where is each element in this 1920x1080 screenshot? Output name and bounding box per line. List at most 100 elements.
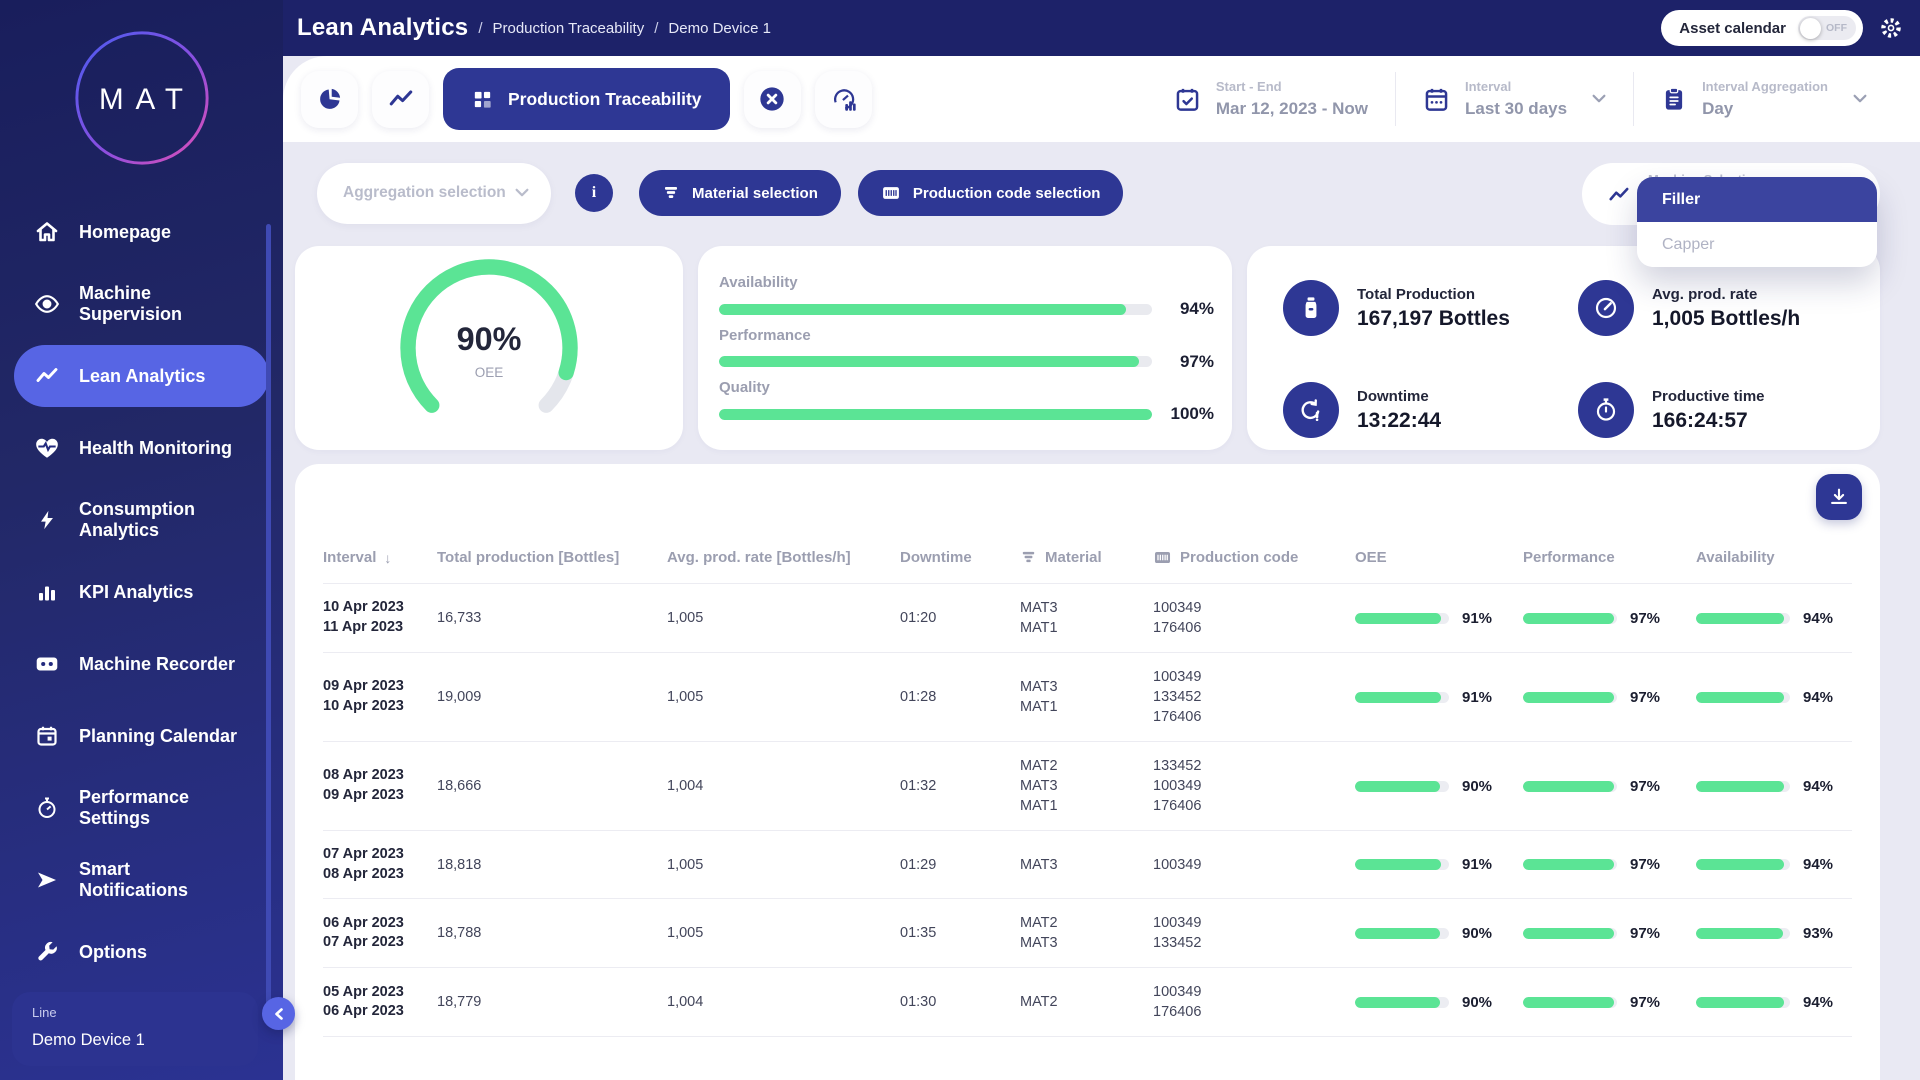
interval-cell: 09 Apr 202310 Apr 2023 [323, 677, 437, 716]
sort-descending-icon: ↓ [384, 550, 391, 566]
material-selection-button[interactable]: Material selection [639, 170, 841, 216]
chevron-left-icon [274, 1008, 284, 1020]
home-icon [34, 220, 60, 244]
barcode-icon [881, 183, 901, 203]
machine-selection-control[interactable]: Machine Selection Filler Capper [1582, 163, 1880, 225]
production-code-selection-button[interactable]: Production code selection [858, 170, 1124, 216]
menu-item-capper[interactable]: Capper [1637, 222, 1877, 267]
interval-control[interactable]: Interval Last 30 days [1396, 79, 1633, 119]
oee-cell: 91% [1355, 856, 1523, 873]
col-oee[interactable]: OEE [1355, 549, 1523, 566]
downtime-cell: 01:32 [900, 778, 1020, 794]
interval-cell: 08 Apr 202309 Apr 2023 [323, 766, 437, 805]
performance-cell: 97% [1523, 925, 1696, 942]
downtime-cell: 01:35 [900, 925, 1020, 941]
interval-value: Last 30 days [1465, 99, 1567, 119]
interval-aggregation-control[interactable]: Interval Aggregation Day [1634, 79, 1894, 119]
col-interval[interactable]: Interval ↓ [323, 549, 437, 566]
productive-time-stat: Productive time 166:24:57 [1578, 382, 1860, 438]
material-cell: MAT2MAT3 [1020, 913, 1153, 953]
code-cell: 100349133452176406 [1153, 667, 1355, 727]
asset-calendar-label: Asset calendar [1679, 20, 1786, 37]
kpi-row: 90% OEE Availability 94% Performance 97% [295, 246, 1880, 450]
sidebar-item-options[interactable]: Options [14, 916, 269, 988]
sidebar-item-performance-settings[interactable]: Performance Settings [14, 772, 269, 844]
sidebar-item-machine-supervision[interactable]: Machine Supervision [14, 268, 269, 340]
interval-cell: 05 Apr 202306 Apr 2023 [323, 983, 437, 1022]
stopwatch-icon [1578, 382, 1634, 438]
col-production-code[interactable]: Production code [1153, 548, 1355, 567]
sidebar-item-homepage[interactable]: Homepage [14, 196, 269, 268]
breadcrumb-item-device[interactable]: Demo Device 1 [668, 20, 771, 37]
rate-cell: 1,005 [667, 925, 900, 941]
breadcrumb: Lean Analytics / Production Traceability… [297, 0, 771, 56]
gauge-report-view-button[interactable] [815, 71, 872, 128]
table-row[interactable]: 08 Apr 202309 Apr 2023 18,666 1,004 01:3… [323, 742, 1852, 831]
qr-grid-icon [471, 88, 494, 111]
oee-cell: 91% [1355, 610, 1523, 627]
code-cell: 100349133452 [1153, 913, 1355, 953]
col-total-production[interactable]: Total production [Bottles] [437, 549, 667, 566]
interval-cell: 06 Apr 202307 Apr 2023 [323, 914, 437, 953]
col-downtime[interactable]: Downtime [900, 549, 1020, 566]
table-row[interactable]: 06 Apr 202307 Apr 2023 18,788 1,005 01:3… [323, 899, 1852, 968]
cassette-icon [34, 651, 60, 677]
clipboard-icon [1661, 86, 1687, 112]
breadcrumb-item-section[interactable]: Production Traceability [492, 20, 644, 37]
menu-item-filler[interactable]: Filler [1637, 177, 1877, 222]
material-cell: MAT3MAT1 [1020, 677, 1153, 717]
table-row[interactable]: 07 Apr 202308 Apr 2023 18,818 1,005 01:2… [323, 831, 1852, 899]
sidebar-item-lean-analytics[interactable]: Lean Analytics [14, 345, 269, 407]
table-row[interactable]: 05 Apr 202306 Apr 2023 18,779 1,004 01:3… [323, 968, 1852, 1037]
device-selector-card[interactable]: Line Demo Device 1 [12, 992, 258, 1066]
pie-chart-view-button[interactable] [301, 71, 358, 128]
col-material[interactable]: Material [1020, 549, 1153, 566]
date-controls: Start - End Mar 12, 2023 - Now Interval … [1147, 56, 1894, 142]
sidebar-collapse-button[interactable] [262, 997, 295, 1030]
trend-view-button[interactable] [372, 71, 429, 128]
quality-meter: Quality 100% [719, 379, 1214, 424]
sidebar-item-kpi-analytics[interactable]: KPI Analytics [14, 556, 269, 628]
aggregation-select[interactable]: Aggregation selection [317, 163, 551, 224]
asset-calendar-toggle[interactable]: OFF [1798, 16, 1856, 40]
download-button[interactable] [1816, 474, 1862, 520]
oee-label: OEE [475, 365, 504, 380]
lightning-bolt-icon [34, 508, 60, 532]
availability-cell: 94% [1696, 778, 1852, 795]
bottle-icon [1283, 280, 1339, 336]
info-button[interactable]: i [575, 174, 613, 212]
sidebar-item-consumption-analytics[interactable]: Consumption Analytics [14, 484, 269, 556]
total-cell: 19,009 [437, 689, 667, 705]
table-row[interactable]: 09 Apr 202310 Apr 2023 19,009 1,005 01:2… [323, 653, 1852, 742]
downtime-stat: Downtime 13:22:44 [1283, 382, 1578, 438]
availability-cell: 94% [1696, 610, 1852, 627]
chevron-down-icon [1592, 90, 1606, 108]
sidebar-item-health-monitoring[interactable]: Health Monitoring [14, 412, 269, 484]
filter-row: Aggregation selection i Material selecti… [317, 161, 1880, 225]
code-cell: 100349 [1153, 855, 1355, 875]
col-avg-prod-rate[interactable]: Avg. prod. rate [Bottles/h] [667, 549, 900, 566]
availability-cell: 94% [1696, 689, 1852, 706]
sidebar-scrollbar[interactable] [266, 224, 271, 1014]
col-performance[interactable]: Performance [1523, 549, 1696, 566]
rate-cell: 1,005 [667, 857, 900, 873]
table-header: Interval ↓ Total production [Bottles] Av… [323, 464, 1852, 584]
downtime-cell: 01:20 [900, 610, 1020, 626]
sidebar-item-planning-calendar[interactable]: Planning Calendar [14, 700, 269, 772]
performance-cell: 97% [1523, 994, 1696, 1011]
performance-meter: Performance 97% [719, 327, 1214, 372]
sidebar-item-machine-recorder[interactable]: Machine Recorder [14, 628, 269, 700]
downtime-cell: 01:29 [900, 857, 1020, 873]
app-logo[interactable]: MAT [0, 0, 283, 196]
production-traceability-button[interactable]: Production Traceability [443, 68, 730, 130]
col-availability[interactable]: Availability [1696, 549, 1852, 566]
table-row[interactable]: 10 Apr 202311 Apr 2023 16,733 1,005 01:2… [323, 584, 1852, 653]
oee-cell: 90% [1355, 778, 1523, 795]
date-range-control[interactable]: Start - End Mar 12, 2023 - Now [1147, 79, 1395, 119]
sidebar-item-smart-notifications[interactable]: Smart Notifications [14, 844, 269, 916]
settings-gear-icon[interactable] [1878, 15, 1904, 41]
chevron-down-icon [1853, 90, 1867, 108]
clear-view-button[interactable] [744, 71, 801, 128]
eye-icon [34, 291, 60, 317]
availability-cell: 94% [1696, 994, 1852, 1011]
